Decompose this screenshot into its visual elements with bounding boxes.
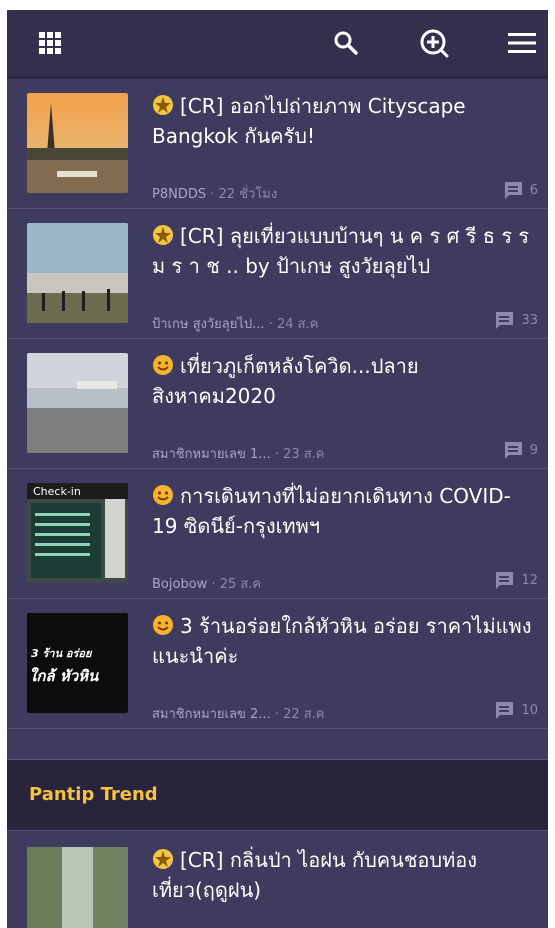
topic-title-text[interactable]: การเดินทางที่ไม่อยากเดินทาง COVID-19 ซิด… bbox=[152, 484, 511, 538]
topic-thumbnail bbox=[27, 847, 128, 928]
smile-badge-icon bbox=[153, 615, 173, 635]
topic-title-text[interactable]: [CR] ลุยเที่ยวแบบบ้านๆ น ค ร ศ รี ธ ร ร … bbox=[152, 224, 529, 278]
comment-count: 10 bbox=[493, 700, 538, 720]
hamburger-menu-icon[interactable] bbox=[507, 28, 537, 58]
topic-title-text[interactable]: 3 ร้านอร่อยใกล้หัวหิน อร่อย ราคาไม่แพง แ… bbox=[152, 614, 531, 668]
comment-count: 12 bbox=[493, 570, 538, 590]
search-icon[interactable] bbox=[331, 28, 361, 58]
topic-thumbnail: Check-in bbox=[27, 483, 128, 583]
star-badge-icon bbox=[153, 95, 173, 115]
topic-thumbnail: 3 ร้าน อร่อย ใกล้ หัวหิน bbox=[27, 613, 128, 713]
comment-icon bbox=[495, 572, 514, 589]
author-name[interactable]: สมาชิกหมายเลข 2... bbox=[152, 707, 271, 722]
post-time: 22 ชั่วโมง bbox=[218, 187, 278, 202]
topic-meta: Bojobow · 25 ส.ค bbox=[152, 577, 262, 592]
comment-icon bbox=[495, 702, 514, 719]
star-badge-icon bbox=[153, 849, 173, 869]
topic-thumbnail bbox=[27, 353, 128, 453]
comment-count: 33 bbox=[493, 310, 538, 330]
topic-list-item[interactable]: เที่ยวภูเก็ตหลังโควิด...ปลาย สิงหาคม2020… bbox=[7, 339, 548, 469]
topic-thumbnail bbox=[27, 223, 128, 323]
comment-count-value: 9 bbox=[529, 442, 538, 458]
topic-thumbnail bbox=[27, 93, 128, 193]
star-badge-icon bbox=[153, 225, 173, 245]
topic-list-item[interactable]: [CR] ลุยเที่ยวแบบบ้านๆ น ค ร ศ รี ธ ร ร … bbox=[7, 209, 548, 339]
thumbnail-caption: ใกล้ หัวหิน bbox=[29, 667, 99, 685]
author-name[interactable]: ป้าเกษ สูงวัยลุยไป... bbox=[152, 317, 265, 332]
topic-meta: P8NDDS · 22 ชั่วโมง bbox=[152, 187, 278, 202]
topic-meta: สมาชิกหมายเลข 2... · 22 ส.ค bbox=[152, 707, 325, 722]
section-title: Pantip Trend bbox=[29, 784, 158, 805]
topic-feed: [CR] ออกไปถ่ายภาพ Cityscape Bangkok กันค… bbox=[7, 79, 548, 729]
author-name[interactable]: Bojobow bbox=[152, 577, 207, 592]
topic-title-text[interactable]: [CR] กลิ่นป่า ไอฝน กับคนชอบท่องเที่ยว(ฤด… bbox=[152, 848, 477, 902]
topic-title[interactable]: 3 ร้านอร่อยใกล้หัวหิน อร่อย ราคาไม่แพง แ… bbox=[152, 611, 532, 671]
comment-count-value: 10 bbox=[521, 702, 538, 718]
author-name[interactable]: P8NDDS bbox=[152, 187, 206, 202]
pantip-trend-header: Pantip Trend bbox=[7, 760, 548, 831]
smile-badge-icon bbox=[153, 485, 173, 505]
topic-list-item[interactable]: 3 ร้าน อร่อย ใกล้ หัวหิน 3 ร้านอร่อยใกล้… bbox=[7, 599, 548, 729]
topic-title[interactable]: [CR] กลิ่นป่า ไอฝน กับคนชอบท่องเที่ยว(ฤด… bbox=[152, 845, 532, 905]
topic-meta: ป้าเกษ สูงวัยลุยไป... · 24 ส.ค bbox=[152, 317, 319, 332]
comment-count-value: 12 bbox=[521, 572, 538, 588]
top-navigation-bar bbox=[7, 10, 548, 79]
comment-count-value: 6 bbox=[529, 182, 538, 198]
add-topic-icon[interactable] bbox=[419, 28, 449, 58]
topic-title[interactable]: [CR] ลุยเที่ยวแบบบ้านๆ น ค ร ศ รี ธ ร ร … bbox=[152, 221, 532, 281]
post-time: 23 ส.ค bbox=[283, 447, 325, 462]
topic-title-text[interactable]: เที่ยวภูเก็ตหลังโควิด...ปลาย สิงหาคม2020 bbox=[152, 354, 419, 408]
topic-title[interactable]: การเดินทางที่ไม่อยากเดินทาง COVID-19 ซิด… bbox=[152, 481, 532, 541]
comment-icon bbox=[495, 312, 514, 329]
topic-list-item[interactable]: [CR] ออกไปถ่ายภาพ Cityscape Bangkok กันค… bbox=[7, 79, 548, 209]
comment-icon bbox=[503, 182, 522, 199]
post-time: 24 ส.ค bbox=[276, 317, 319, 332]
topic-list-item[interactable]: Check-in การเดินทางที่ไม่อยากเดินทาง COV… bbox=[7, 469, 548, 599]
post-time: 22 ส.ค bbox=[283, 707, 325, 722]
thumbnail-caption: 3 ร้าน อร่อย bbox=[31, 647, 93, 660]
topic-title-text[interactable]: [CR] ออกไปถ่ายภาพ Cityscape Bangkok กันค… bbox=[152, 94, 466, 148]
apps-grid-icon[interactable] bbox=[35, 28, 65, 58]
comment-count-value: 33 bbox=[521, 312, 538, 328]
author-name[interactable]: สมาชิกหมายเลข 1... bbox=[152, 447, 271, 462]
topic-title[interactable]: [CR] ออกไปถ่ายภาพ Cityscape Bangkok กันค… bbox=[152, 91, 532, 151]
comment-count: 9 bbox=[502, 440, 538, 460]
comment-icon bbox=[503, 442, 522, 459]
trend-list-item[interactable]: [CR] กลิ่นป่า ไอฝน กับคนชอบท่องเที่ยว(ฤด… bbox=[7, 831, 548, 928]
thumbnail-caption: Check-in bbox=[33, 485, 81, 498]
app-frame: [CR] ออกไปถ่ายภาพ Cityscape Bangkok กันค… bbox=[7, 10, 548, 928]
smile-badge-icon bbox=[153, 355, 173, 375]
comment-count: 6 bbox=[502, 180, 538, 200]
section-spacer bbox=[7, 729, 548, 760]
post-time: 25 ส.ค bbox=[219, 577, 262, 592]
topic-title[interactable]: เที่ยวภูเก็ตหลังโควิด...ปลาย สิงหาคม2020 bbox=[152, 351, 532, 411]
topic-meta: สมาชิกหมายเลข 1... · 23 ส.ค bbox=[152, 447, 325, 462]
